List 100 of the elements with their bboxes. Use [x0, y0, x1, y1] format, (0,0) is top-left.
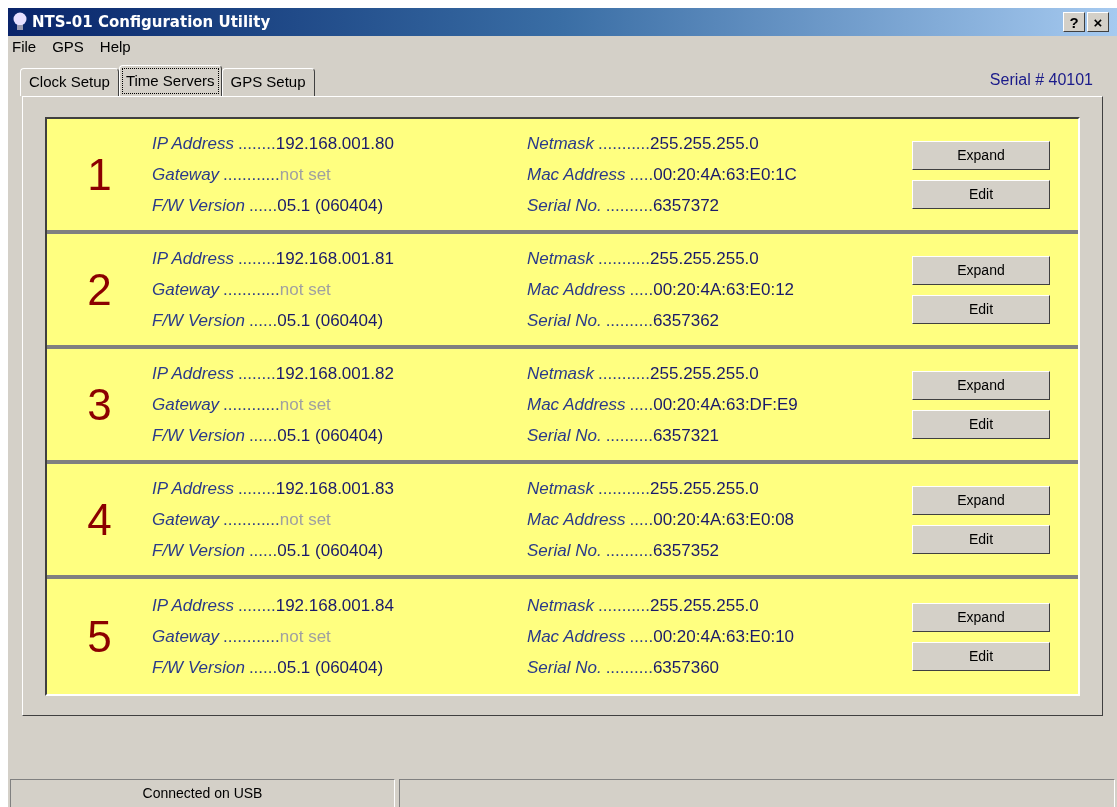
field-label: Gateway — [152, 393, 220, 416]
field-label: F/W Version — [152, 656, 245, 679]
field-label: Netmask — [527, 362, 595, 385]
field-value: not set — [279, 508, 331, 531]
expand-button[interactable]: Expand — [912, 255, 1050, 285]
menu-item[interactable]: Help — [99, 35, 131, 59]
status-text: Connected on USB — [10, 779, 395, 807]
field-value: 192.168.001.81 — [275, 247, 394, 270]
dot-leader: ...... — [248, 424, 278, 447]
field-value: 05.1 (060404) — [277, 424, 384, 447]
dot-leader: ........ — [237, 594, 276, 617]
dot-leader: ........... — [598, 132, 651, 155]
dot-leader: ...... — [248, 194, 278, 217]
field-value: 05.1 (060404) — [277, 194, 384, 217]
dot-leader: ............ — [223, 393, 280, 416]
field-label: F/W Version — [152, 194, 245, 217]
field-label: IP Address — [152, 594, 234, 617]
field-label: Mac Address — [527, 625, 626, 648]
field-label: Mac Address — [527, 508, 626, 531]
field-label: Mac Address — [527, 278, 626, 301]
field-label: F/W Version — [152, 539, 245, 562]
dot-leader: ..... — [629, 508, 654, 531]
edit-button[interactable]: Edit — [912, 409, 1050, 439]
field-value: 192.168.001.82 — [275, 362, 394, 385]
tab[interactable]: Clock Setup — [20, 68, 119, 96]
help-button[interactable]: ? — [1063, 12, 1085, 32]
field-label: Serial No. — [527, 656, 602, 679]
field-label: Serial No. — [527, 309, 602, 332]
server-number: 1 — [86, 152, 113, 197]
field-label: IP Address — [152, 362, 234, 385]
field-label: IP Address — [152, 247, 234, 270]
field-label: Mac Address — [527, 393, 626, 416]
dot-leader: ........ — [237, 132, 276, 155]
expand-button[interactable]: Expand — [912, 140, 1050, 170]
edit-button[interactable]: Edit — [912, 294, 1050, 324]
dot-leader: ...... — [248, 309, 278, 332]
field-value: 6357362 — [652, 309, 720, 332]
dot-leader: ........... — [598, 362, 651, 385]
dot-leader: ........... — [598, 594, 651, 617]
window-title: NTS-01 Configuration Utility — [32, 11, 271, 33]
dot-leader: ............ — [223, 278, 280, 301]
field-value: 192.168.001.83 — [275, 477, 394, 500]
field-value: not set — [279, 163, 331, 186]
dot-leader: ........... — [598, 477, 651, 500]
field-label: Gateway — [152, 278, 220, 301]
dot-leader: ..... — [629, 163, 654, 186]
field-value: 6357372 — [652, 194, 720, 217]
field-value: 255.255.255.0 — [650, 477, 759, 500]
field-label: F/W Version — [152, 309, 245, 332]
dot-leader: ..... — [629, 625, 654, 648]
field-label: Gateway — [152, 508, 220, 531]
field-value: 255.255.255.0 — [650, 132, 759, 155]
field-value: 00:20:4A:63:E0:08 — [653, 508, 795, 531]
field-label: Serial No. — [527, 539, 602, 562]
field-value: 05.1 (060404) — [277, 309, 384, 332]
dot-leader: .......... — [605, 656, 653, 679]
field-label: Mac Address — [527, 163, 626, 186]
dot-leader: ........... — [598, 247, 651, 270]
field-label: Netmask — [527, 594, 595, 617]
dot-leader: ............ — [223, 163, 280, 186]
field-label: IP Address — [152, 132, 234, 155]
field-label: Serial No. — [527, 194, 602, 217]
tab[interactable]: Time Servers — [118, 65, 222, 97]
expand-button[interactable]: Expand — [912, 370, 1050, 400]
field-label: Gateway — [152, 163, 220, 186]
dot-leader: ........ — [237, 247, 276, 270]
field-value: 192.168.001.80 — [275, 132, 394, 155]
field-value: 05.1 (060404) — [277, 656, 384, 679]
server-number: 3 — [86, 382, 113, 427]
field-value: 00:20:4A:63:E0:10 — [653, 625, 795, 648]
expand-button[interactable]: Expand — [912, 602, 1050, 632]
dot-leader: .......... — [605, 424, 653, 447]
field-value: 6357321 — [652, 424, 720, 447]
menu-item[interactable]: GPS — [52, 35, 84, 59]
field-value: 6357360 — [652, 656, 720, 679]
field-value: 00:20:4A:63:E0:1C — [653, 163, 797, 186]
field-value: not set — [279, 393, 331, 416]
edit-button[interactable]: Edit — [912, 641, 1050, 671]
server-number: 2 — [86, 267, 113, 312]
field-label: Gateway — [152, 625, 220, 648]
field-value: not set — [279, 625, 331, 648]
dot-leader: .......... — [605, 194, 653, 217]
dot-leader: .......... — [605, 539, 653, 562]
lightbulb-icon — [12, 12, 28, 32]
tab[interactable]: GPS Setup — [221, 68, 315, 96]
expand-button[interactable]: Expand — [912, 485, 1050, 515]
dot-leader: ........ — [237, 477, 276, 500]
edit-button[interactable]: Edit — [912, 524, 1050, 554]
server-number: 5 — [86, 614, 113, 659]
dot-leader: ............ — [223, 508, 280, 531]
field-value: 6357352 — [652, 539, 720, 562]
field-value: 255.255.255.0 — [650, 362, 759, 385]
dot-leader: ...... — [248, 539, 278, 562]
menu-item[interactable]: File — [12, 35, 37, 59]
dot-leader: ..... — [629, 278, 654, 301]
edit-button[interactable]: Edit — [912, 179, 1050, 209]
close-button[interactable]: × — [1087, 12, 1109, 32]
field-label: F/W Version — [152, 424, 245, 447]
dot-leader: .......... — [605, 309, 653, 332]
dot-leader: ..... — [629, 393, 654, 416]
